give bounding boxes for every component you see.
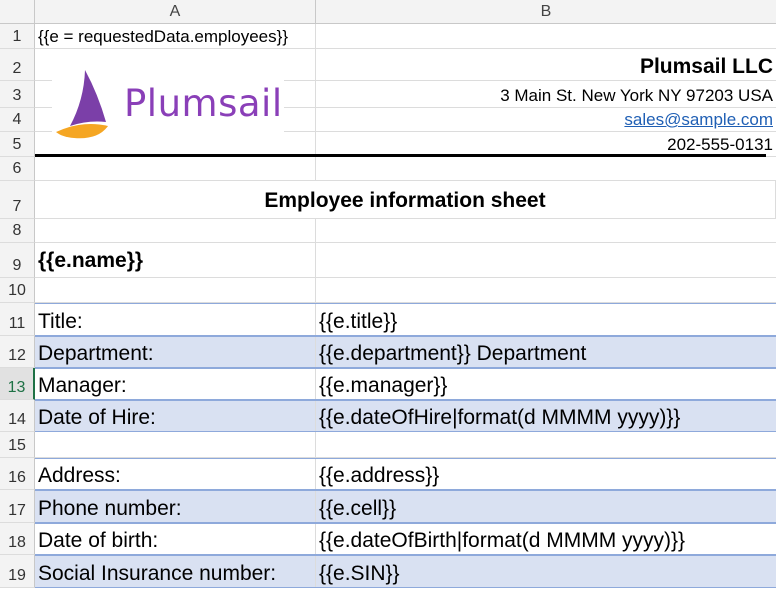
sheet-row [35, 157, 776, 181]
spreadsheet: A B 1 2 3 4 5 6 7 8 9 10 11 12 13 14 15 … [0, 0, 776, 594]
value-cell[interactable]: {{e.department}} Department [316, 337, 776, 367]
row-header-3[interactable]: 3 [0, 81, 35, 108]
row-header-2[interactable]: 2 [0, 49, 35, 81]
company-email-cell[interactable]: sales@sample.com [316, 108, 776, 131]
sheet-row: Address: {{e.address}} [35, 458, 776, 490]
cell-a15[interactable] [35, 432, 316, 457]
value-cell[interactable]: {{e.SIN}} [316, 556, 776, 587]
value-cell[interactable]: {{e.address}} [316, 459, 776, 489]
value-cell[interactable]: {{e.title}} [316, 304, 776, 335]
cell-a6[interactable] [35, 157, 316, 180]
company-name-cell[interactable]: Plumsail LLC [316, 49, 776, 80]
label-cell[interactable]: Manager: [35, 369, 316, 399]
label-cell[interactable]: Date of birth: [35, 524, 316, 554]
column-header-a[interactable]: A [35, 0, 316, 24]
value-cell[interactable]: {{e.manager}} [316, 369, 776, 399]
label-cell[interactable]: Department: [35, 337, 316, 367]
sheet-row: Title: {{e.title}} [35, 303, 776, 336]
row-header-6[interactable]: 6 [0, 157, 35, 181]
row-header-14[interactable]: 14 [0, 400, 35, 432]
cell-a1[interactable]: {{e = requestedData.employees}} [35, 24, 316, 48]
row-header-12[interactable]: 12 [0, 336, 35, 368]
cell-b15[interactable] [316, 432, 776, 457]
row-header-1[interactable]: 1 [0, 24, 35, 49]
sheet-row [35, 278, 776, 303]
logo-wordmark: Plumsail [124, 82, 283, 125]
cell-b6[interactable] [316, 157, 776, 180]
sheet-row: Social Insurance number: {{e.SIN}} [35, 555, 776, 588]
row-header-16[interactable]: 16 [0, 458, 35, 490]
column-header-b[interactable]: B [316, 0, 776, 24]
sheet-row: Date of Hire: {{e.dateOfHire|format(d MM… [35, 400, 776, 432]
row-header-11[interactable]: 11 [0, 303, 35, 336]
cell-b1[interactable] [316, 24, 776, 48]
value-cell[interactable]: {{e.cell}} [316, 491, 776, 522]
employee-name-cell[interactable]: {{e.name}} [35, 243, 316, 277]
sheet-row [35, 432, 776, 458]
sheet-title-cell[interactable]: Employee information sheet [35, 181, 776, 218]
select-all-corner[interactable] [0, 0, 35, 24]
sail-icon [56, 70, 108, 139]
row-header-19[interactable]: 19 [0, 555, 35, 588]
plumsail-logo[interactable]: Plumsail [52, 60, 284, 146]
cell-a10[interactable] [35, 278, 316, 302]
company-address-cell[interactable]: 3 Main St. New York NY 97203 USA [316, 81, 776, 107]
label-cell[interactable]: Phone number: [35, 491, 316, 522]
label-cell[interactable]: Date of Hire: [35, 401, 316, 431]
label-cell[interactable]: Address: [35, 459, 316, 489]
cell-b8[interactable] [316, 219, 776, 242]
row-header-13[interactable]: 13 [0, 368, 35, 400]
row-header-18[interactable]: 18 [0, 523, 35, 555]
company-phone-cell[interactable]: 202-555-0131 [316, 132, 776, 156]
sheet-row [35, 219, 776, 243]
sheet-row: {{e = requestedData.employees}} [35, 24, 776, 49]
label-cell[interactable]: Title: [35, 304, 316, 335]
row-header-17[interactable]: 17 [0, 490, 35, 523]
sheet-row: {{e.name}} [35, 243, 776, 278]
row-header-7[interactable]: 7 [0, 181, 35, 219]
header-divider [35, 154, 766, 157]
label-cell[interactable]: Social Insurance number: [35, 556, 316, 587]
cell-b9[interactable] [316, 243, 776, 277]
row-header-4[interactable]: 4 [0, 108, 35, 132]
sheet-row: Department: {{e.department}} Department [35, 336, 776, 368]
sheet-row: Employee information sheet [35, 181, 776, 219]
row-header-9[interactable]: 9 [0, 243, 35, 278]
row-header-15[interactable]: 15 [0, 432, 35, 458]
value-cell[interactable]: {{e.dateOfBirth|format(d MMMM yyyy)}} [316, 524, 776, 554]
email-link[interactable]: sales@sample.com [624, 110, 773, 130]
cell-b10[interactable] [316, 278, 776, 302]
row-header-10[interactable]: 10 [0, 278, 35, 303]
sheet-row: Phone number: {{e.cell}} [35, 490, 776, 523]
sheet-row: Date of birth: {{e.dateOfBirth|format(d … [35, 523, 776, 555]
row-header-8[interactable]: 8 [0, 219, 35, 243]
row-header-5[interactable]: 5 [0, 132, 35, 157]
sheet-row: Manager: {{e.manager}} [35, 368, 776, 400]
value-cell[interactable]: {{e.dateOfHire|format(d MMMM yyyy)}} [316, 401, 776, 431]
cell-a8[interactable] [35, 219, 316, 242]
